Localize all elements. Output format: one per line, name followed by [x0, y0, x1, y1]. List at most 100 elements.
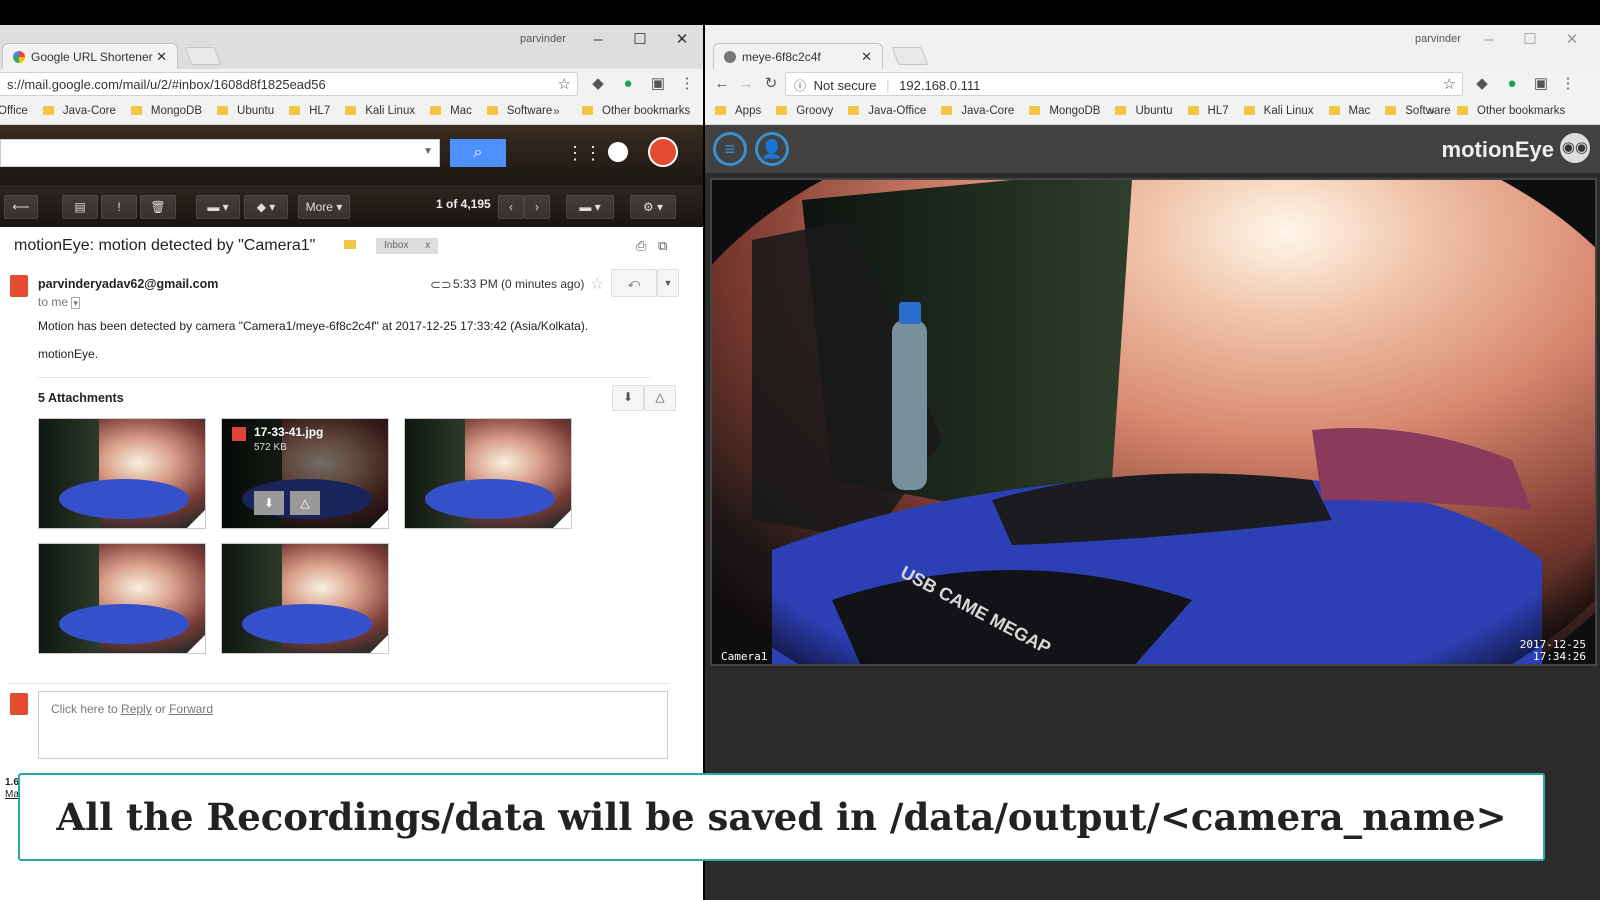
camera-frame[interactable]: Camera1 2017-12-25 17:34:26 USB CAME MEG… — [710, 178, 1597, 666]
print-icon[interactable]: ⎙ — [636, 238, 646, 254]
back-to-inbox-button[interactable]: ⟵ — [4, 195, 38, 219]
bookmarks-overflow-chevron[interactable]: » — [1428, 99, 1435, 123]
older-button[interactable]: › — [524, 195, 550, 219]
info-icon[interactable]: ⓘ — [794, 79, 806, 93]
bookmark-mac[interactable]: Mac — [1329, 99, 1371, 123]
bookmark-kali-linux[interactable]: Kali Linux — [345, 99, 415, 123]
bookmark-ubuntu[interactable]: Ubuntu — [217, 99, 274, 123]
main-menu-button[interactable]: ≡ — [713, 132, 747, 166]
chrome-menu-icon[interactable]: ⋮ — [678, 75, 696, 93]
apps-grid-icon[interactable]: ⋮⋮ — [566, 143, 602, 164]
report-spam-button[interactable]: ! — [101, 195, 137, 219]
important-marker-icon[interactable] — [344, 240, 356, 249]
tab-title: Google URL Shortener — [31, 50, 153, 64]
forward-link[interactable]: Forward — [169, 702, 213, 716]
search-icon: ⌕ — [473, 144, 483, 161]
bookmark-apps[interactable]: Apps — [715, 99, 761, 123]
other-bookmarks[interactable]: Other bookmarks — [582, 99, 690, 123]
search-button[interactable]: ⌕ — [450, 139, 506, 167]
more-button[interactable]: More ▾ — [298, 195, 350, 219]
extension-shield-icon[interactable]: ◆ — [1473, 75, 1491, 93]
bookmark-java-core[interactable]: Java-Core — [43, 99, 116, 123]
new-tab-button[interactable] — [184, 47, 222, 65]
profile-name[interactable]: parvinder — [1415, 33, 1461, 45]
maximize-icon[interactable]: ☐ — [625, 29, 655, 51]
bookmark-mac[interactable]: Mac — [430, 99, 472, 123]
bookmark-mongodb[interactable]: MongoDB — [1029, 99, 1100, 123]
browser-toolbar: ← → ↻ ⓘ Not secure | 192.168.0.111 ☆ ◆ ●… — [705, 69, 1600, 99]
close-tab-icon[interactable]: ✕ — [156, 49, 167, 65]
new-tab-button[interactable] — [891, 47, 929, 65]
download-icon[interactable]: ⬇ — [254, 491, 284, 515]
attachment-thumbnail-hovered[interactable]: 17-33-41.jpg 572 KB ⬇ △ — [221, 418, 389, 529]
bookmark-star-icon[interactable]: ☆ — [558, 75, 571, 93]
reply-button[interactable]: ⤺ — [611, 269, 657, 297]
search-input[interactable]: ▼ — [0, 139, 440, 167]
maximize-icon[interactable]: ☐ — [1515, 29, 1545, 51]
extension-icon[interactable]: ▣ — [649, 75, 667, 93]
close-window-icon[interactable]: ✕ — [667, 29, 697, 51]
remove-label-icon[interactable]: x — [425, 240, 430, 251]
bookmarks-overflow-chevron[interactable]: » — [553, 99, 560, 123]
new-window-icon[interactable]: ⧉ — [658, 238, 667, 254]
drive-icon[interactable]: △ — [290, 491, 320, 515]
save-to-drive-button[interactable]: △ — [644, 385, 676, 411]
bookmark-star-icon[interactable]: ☆ — [1443, 75, 1456, 93]
back-icon[interactable]: ← — [713, 75, 731, 93]
motioneye-logo: motionEye — [1441, 137, 1554, 162]
bookmark-kali-linux[interactable]: Kali Linux — [1244, 99, 1314, 123]
recipient-to-me[interactable]: to me ▾ — [38, 295, 80, 309]
chrome-menu-icon[interactable]: ⋮ — [1559, 75, 1577, 93]
avatar[interactable] — [648, 137, 678, 167]
settings-button[interactable]: ⚙ ▾ — [630, 195, 676, 219]
profile-name[interactable]: parvinder — [520, 33, 566, 45]
move-to-button[interactable]: ▬ ▾ — [196, 195, 240, 219]
user-button[interactable]: 👤 — [755, 132, 789, 166]
reply-link[interactable]: Reply — [121, 702, 152, 716]
bookmark-software[interactable]: Software — [487, 99, 552, 123]
attachment-thumbnail[interactable] — [38, 418, 206, 529]
bookmark-ubuntu[interactable]: Ubuntu — [1115, 99, 1172, 123]
archive-button[interactable]: ▤ — [62, 195, 98, 219]
attachment-thumbnail[interactable] — [38, 543, 206, 654]
minimize-icon[interactable]: – — [1474, 29, 1504, 51]
input-tools-button[interactable]: ▬ ▾ — [566, 195, 614, 219]
address-bar[interactable]: s://mail.google.com/mail/u/2/#inbox/1608… — [0, 72, 578, 96]
labels-button[interactable]: ◆ ▾ — [244, 195, 288, 219]
extension-icon[interactable]: ▣ — [1532, 75, 1550, 93]
bookmark-hl7[interactable]: HL7 — [289, 99, 330, 123]
inbox-label-chip[interactable]: Inbox x — [376, 238, 439, 254]
minimize-icon[interactable]: – — [583, 29, 613, 51]
bookmark-java-core[interactable]: Java-Core — [941, 99, 1014, 123]
tab-meye[interactable]: meye-6f8c2c4f ✕ — [713, 43, 883, 69]
grammarly-icon[interactable]: ● — [619, 75, 637, 93]
sender-email[interactable]: parvinderyadav62@gmail.com — [38, 277, 218, 291]
close-window-icon[interactable]: ✕ — [1557, 29, 1587, 51]
grammarly-icon[interactable]: ● — [1503, 75, 1521, 93]
bookmark-software[interactable]: Software — [1385, 99, 1450, 123]
bookmark-groovy[interactable]: Groovy — [776, 99, 833, 123]
tab-google-url-shortener[interactable]: Google URL Shortener ✕ — [2, 43, 178, 69]
extension-shield-icon[interactable]: ◆ — [589, 75, 607, 93]
notifications-icon[interactable] — [608, 142, 628, 162]
newer-button[interactable]: ‹ — [498, 195, 524, 219]
footer-fragment[interactable]: Ma — [5, 789, 19, 800]
forward-icon[interactable]: → — [737, 75, 755, 93]
more-actions-button[interactable]: ▼ — [657, 269, 679, 297]
attachment-thumbnail[interactable] — [404, 418, 572, 529]
bookmark-hl7[interactable]: HL7 — [1188, 99, 1229, 123]
delete-button[interactable]: 🗑 — [140, 195, 176, 219]
other-bookmarks[interactable]: Other bookmarks — [1457, 99, 1565, 123]
address-bar[interactable]: ⓘ Not secure | 192.168.0.111 ☆ — [785, 72, 1463, 96]
download-all-button[interactable]: ⬇ — [612, 385, 644, 411]
close-tab-icon[interactable]: ✕ — [861, 49, 872, 65]
details-chevron-icon[interactable]: ▾ — [71, 297, 80, 309]
bookmark-mongodb[interactable]: MongoDB — [131, 99, 202, 123]
bookmark-java-office[interactable]: Java-Office — [848, 99, 926, 123]
search-options-chevron-icon[interactable]: ▼ — [423, 146, 433, 157]
attachment-thumbnail[interactable] — [221, 543, 389, 654]
reply-box[interactable]: Click here to Reply or Forward — [38, 691, 668, 759]
reload-icon[interactable]: ↻ — [762, 75, 780, 93]
bookmark-office[interactable]: Office — [0, 99, 28, 123]
star-icon[interactable]: ☆ — [590, 274, 604, 294]
